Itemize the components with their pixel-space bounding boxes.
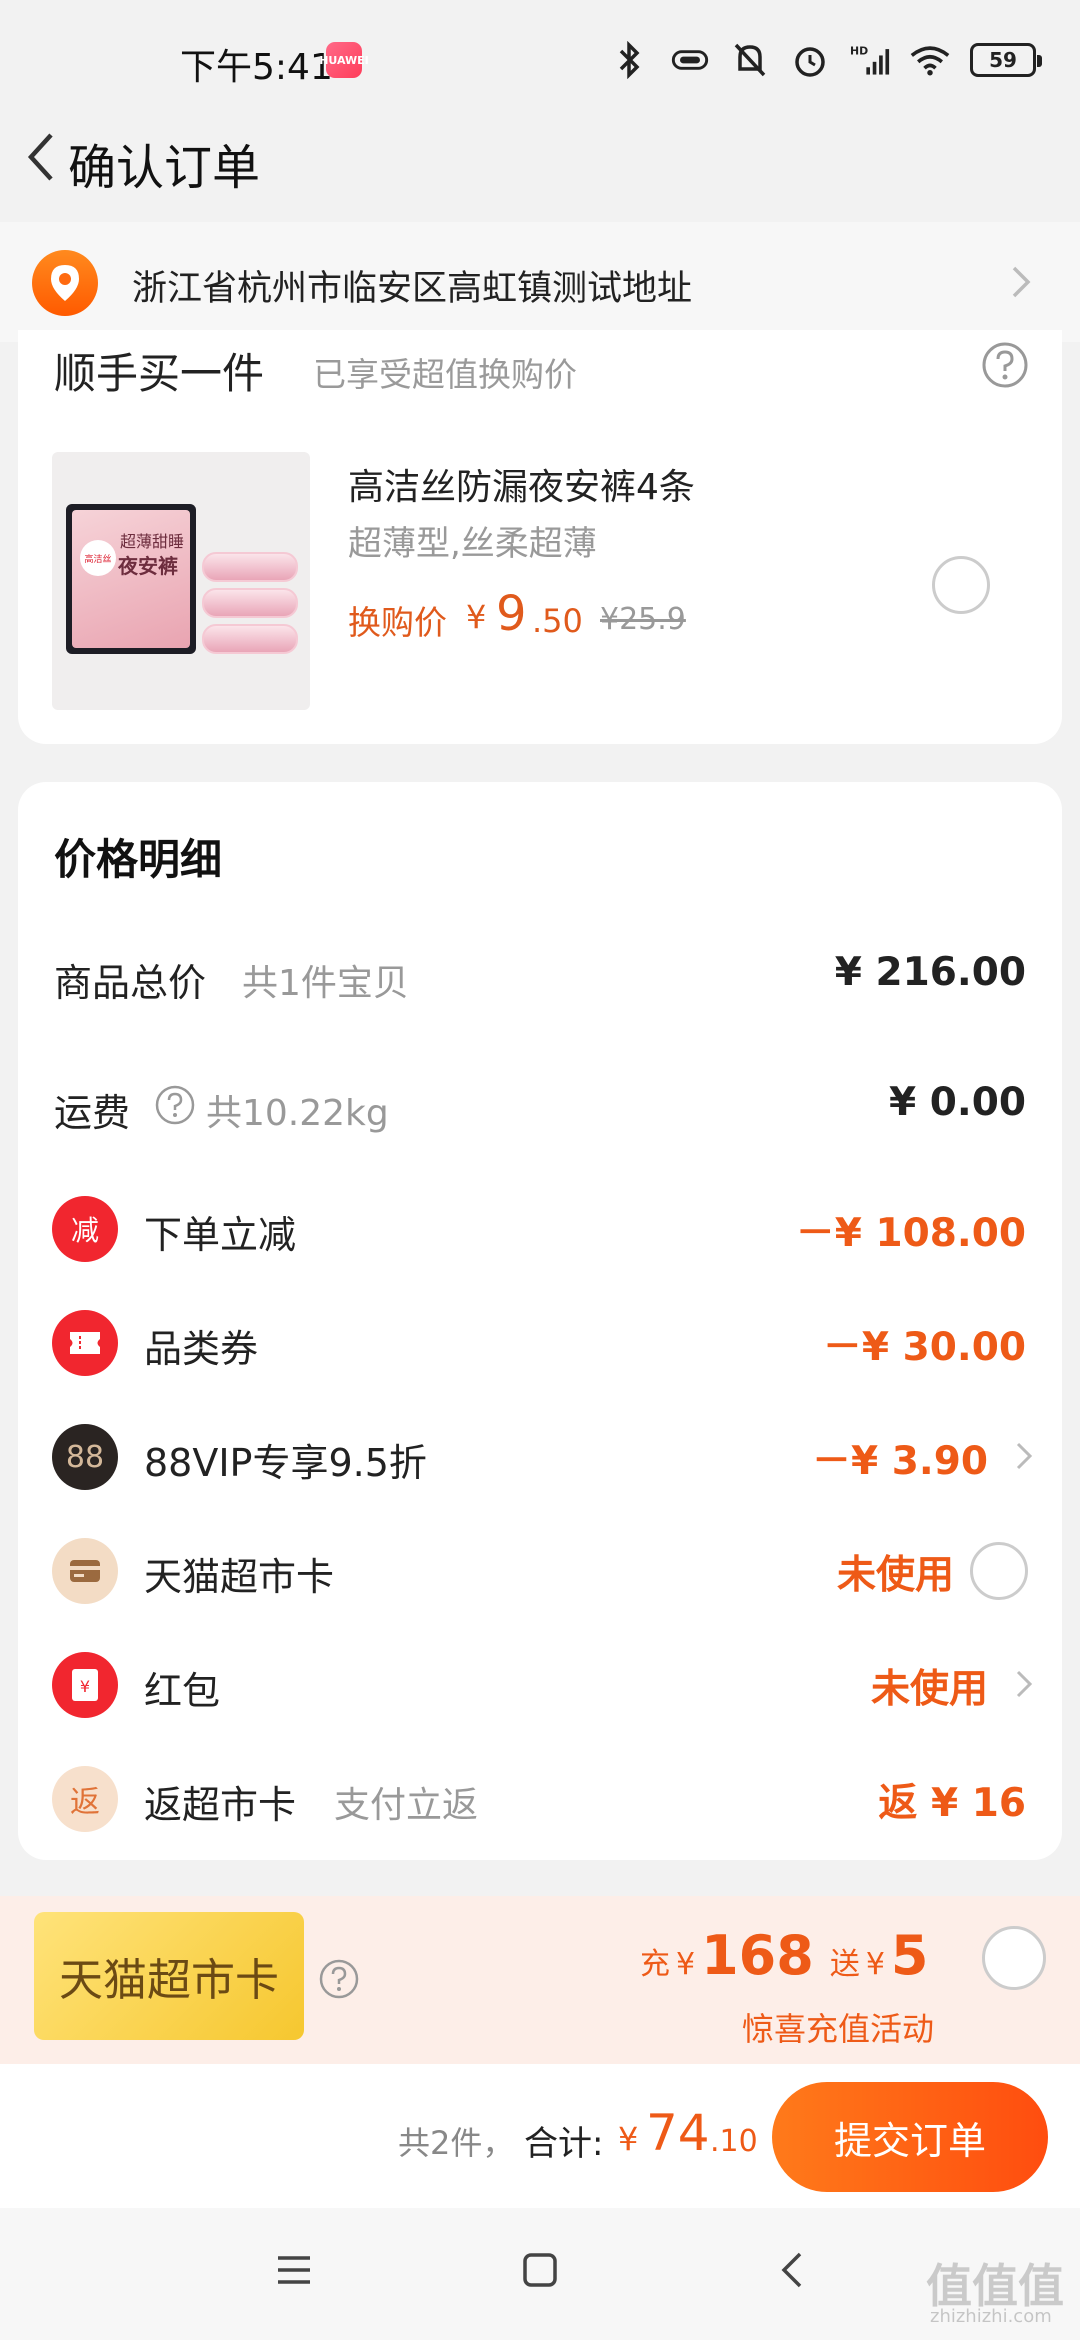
exchange-price-currency: ¥ xyxy=(466,598,487,636)
category-coupon-amount: －¥ 30.00 xyxy=(822,1325,1026,1370)
recharge-currency: ¥ xyxy=(676,1947,696,1982)
gift-prefix: 送 xyxy=(829,1947,860,1982)
vip-discount-label: 88VIP专享9.5折 xyxy=(144,1441,427,1485)
chevron-right-icon[interactable] xyxy=(1010,1436,1040,1476)
chevron-left-icon xyxy=(27,133,53,181)
vip-discount-amount[interactable]: －¥ 3.90 xyxy=(812,1430,988,1486)
wifi-icon xyxy=(910,40,950,80)
red-packet-icon: ¥ xyxy=(52,1652,118,1718)
recharge-amount: 168 xyxy=(701,1924,814,1987)
add-product-radio[interactable] xyxy=(932,556,990,614)
gift-amount: 5 xyxy=(890,1924,929,1987)
page-title: 确认订单 xyxy=(68,140,261,196)
supermarket-card-status: 未使用 xyxy=(836,1553,954,1598)
item-count: 共2件， xyxy=(398,2124,515,2162)
recharge-offer: 充 ¥ 168 送 ¥ 5 xyxy=(640,1924,929,1987)
red-packet-label: 红包 xyxy=(144,1669,221,1713)
battery-icon: 59 xyxy=(970,43,1042,77)
svg-text:HD: HD xyxy=(850,45,868,58)
product-image[interactable]: 高洁丝 超薄甜睡 夜安裤 xyxy=(52,452,310,710)
product-brand-logo: 高洁丝 xyxy=(80,540,116,576)
exchange-price-label: 换购价 xyxy=(348,603,447,642)
location-pin-icon xyxy=(32,250,98,316)
chevron-right-icon[interactable] xyxy=(1010,1664,1040,1704)
red-packet-status[interactable]: 未使用 xyxy=(871,1658,988,1714)
extra-purchase-title: 顺手买一件 xyxy=(54,349,265,398)
instant-discount-amount: －¥ 108.00 xyxy=(795,1211,1026,1256)
exchange-price-integer: 9 xyxy=(496,586,527,642)
bluetooth-icon xyxy=(610,40,650,80)
cashback-icon: 返 xyxy=(52,1766,118,1832)
supermarket-card-label: 天猫超市卡 xyxy=(144,1555,335,1599)
vibrate-icon xyxy=(670,40,710,80)
cashback-note: 支付立返 xyxy=(334,1785,479,1826)
product-name: 高洁丝防漏夜安裤4条 xyxy=(348,467,695,508)
home-icon[interactable] xyxy=(522,2252,558,2288)
promo-help-icon[interactable] xyxy=(318,1958,360,2000)
red-packet-icon-symbol: ¥ xyxy=(80,1677,90,1696)
gift-currency: ¥ xyxy=(865,1947,885,1982)
category-coupon-label: 品类券 xyxy=(144,1327,259,1371)
extra-purchase-subtitle: 已享受超值换购价 xyxy=(313,355,577,394)
shipping-help-icon[interactable] xyxy=(154,1084,196,1126)
shipping-amount: ¥ 0.00 xyxy=(889,1080,1026,1125)
shipping-weight-note: 共10.22kg xyxy=(206,1093,389,1134)
back-button[interactable] xyxy=(10,122,70,192)
recharge-activity-label: 惊喜充值活动 xyxy=(742,2010,935,2048)
total-integer: 74 xyxy=(646,2104,710,2162)
watermark-url: zhizhizhi.com xyxy=(930,2306,1052,2327)
status-time: 下午5:41 xyxy=(180,47,333,88)
supermarket-card-badge: 天猫超市卡 xyxy=(34,1912,304,2040)
menu-icon[interactable] xyxy=(276,2254,312,2286)
exchange-price-decimal: .50 xyxy=(532,602,583,640)
goods-total-label: 商品总价 xyxy=(54,961,207,1005)
supermarket-card-radio[interactable] xyxy=(970,1542,1028,1600)
alarm-icon xyxy=(790,40,830,80)
total-currency: ¥ xyxy=(618,2120,639,2158)
card-icon xyxy=(52,1538,118,1604)
goods-total-amount: ¥ 216.00 xyxy=(834,950,1026,995)
cashback-card-label: 返超市卡 xyxy=(144,1783,297,1827)
original-price: ¥25.9 xyxy=(600,602,686,637)
vip88-icon: 88 xyxy=(52,1424,118,1490)
order-confirm-page: 下午5:41 HUAWEI HD 59 确认订单 浙江省杭州市临安区高虹镇测试地… xyxy=(0,0,1080,2340)
address-text: 浙江省杭州市临安区高虹镇测试地址 xyxy=(132,269,693,309)
shipping-label: 运费 xyxy=(54,1091,131,1135)
help-icon[interactable] xyxy=(980,340,1030,390)
chevron-right-icon xyxy=(1012,266,1031,298)
price-detail-title: 价格明细 xyxy=(54,835,223,884)
submit-order-button[interactable]: 提交订单 xyxy=(772,2082,1048,2192)
instant-discount-label: 下单立减 xyxy=(144,1213,297,1257)
recharge-promo-radio[interactable] xyxy=(982,1926,1046,1990)
status-icons: HD 59 xyxy=(610,36,1042,84)
app-notification-icon: HUAWEI xyxy=(319,42,369,78)
total-label: 合计: xyxy=(524,2124,604,2164)
ticket-icon xyxy=(52,1310,118,1376)
recharge-prefix: 充 xyxy=(640,1947,670,1982)
instant-discount-icon: 减 xyxy=(52,1196,118,1262)
product-pants-graphic xyxy=(202,552,298,662)
total-decimal: .10 xyxy=(710,2124,758,2159)
product-package-graphic: 高洁丝 超薄甜睡 夜安裤 xyxy=(66,504,196,654)
signal-hd-icon: HD xyxy=(850,40,890,80)
product-package-text: 超薄甜睡 xyxy=(120,532,185,551)
cashback-amount: 返 ¥ 16 xyxy=(878,1781,1026,1826)
nav-back-icon[interactable] xyxy=(780,2250,804,2290)
mute-bell-icon xyxy=(730,40,770,80)
product-spec: 超薄型,丝柔超薄 xyxy=(348,524,597,564)
goods-count-note: 共1件宝贝 xyxy=(242,963,409,1004)
product-package-title: 夜安裤 xyxy=(118,554,178,578)
